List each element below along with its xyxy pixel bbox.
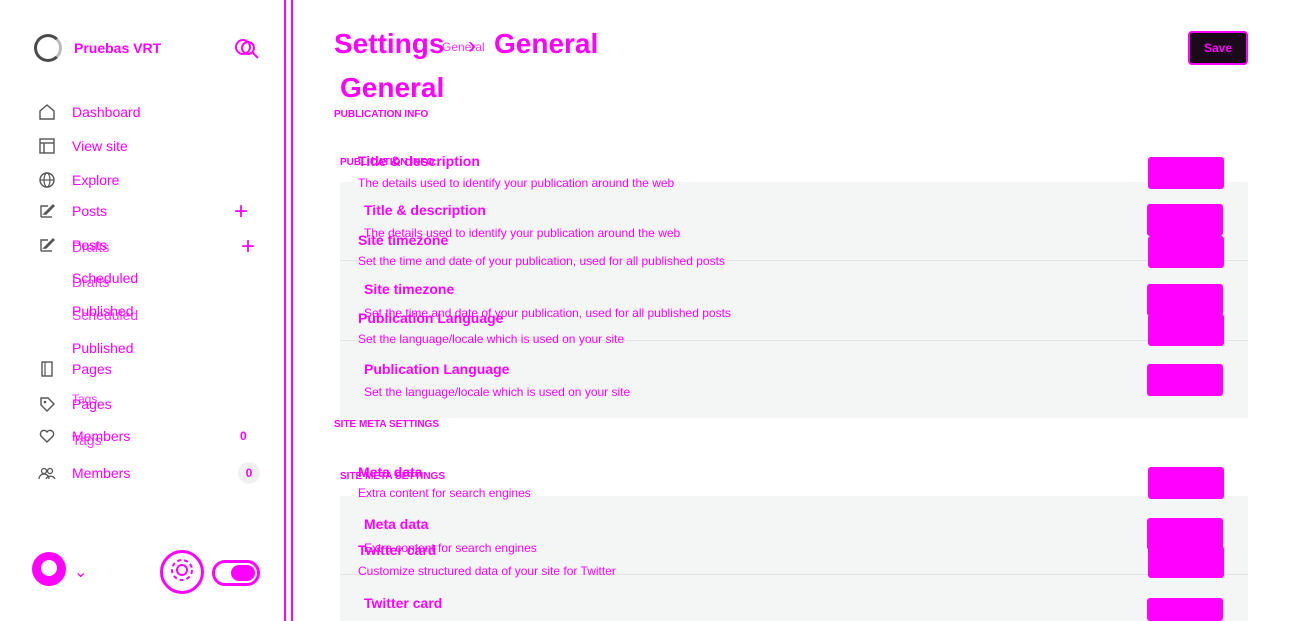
users-icon — [38, 464, 56, 482]
edit-twitter-button-duplicate[interactable] — [1147, 598, 1223, 621]
nav-dashboard-label: Dashboard — [72, 104, 141, 120]
breadcrumb-general-small: General — [442, 40, 485, 54]
row-title-desc-desc-duplicate: The details used to identify your public… — [364, 226, 681, 240]
nav-dashboard[interactable]: Dashboard — [38, 103, 141, 121]
row-timezone-desc-duplicate: Set the time and date of your publicatio… — [364, 306, 731, 320]
new-post-plus-icon-duplicate[interactable]: + — [241, 235, 255, 259]
nav-tags[interactable]: Tags — [72, 392, 97, 406]
chevron-down-icon[interactable]: ⌄ — [74, 562, 87, 582]
edit-timezone-button[interactable] — [1148, 236, 1224, 268]
nav-posts-label: Posts — [72, 203, 108, 219]
dark-mode-toggle[interactable] — [212, 560, 260, 586]
nav-view-site[interactable]: View site — [38, 137, 128, 155]
row-meta-desc-duplicate: Extra content for search engines — [364, 541, 537, 555]
edit-language-button-duplicate[interactable] — [1147, 364, 1223, 396]
nav-drafts[interactable]: Drafts — [72, 274, 109, 290]
edit-icon — [38, 202, 56, 220]
breadcrumb-settings[interactable]: Settings — [334, 28, 444, 60]
edit-icon — [38, 236, 56, 254]
section-site-meta: SITE META SETTINGS — [334, 419, 440, 430]
brand-name[interactable]: Pruebas VRT — [74, 40, 161, 56]
nav-pages[interactable]: Pages — [38, 360, 112, 378]
row-title-desc-desc: The details used to identify your public… — [358, 176, 675, 190]
row-language-title-duplicate: Publication Language — [364, 361, 510, 377]
edit-title-desc-button[interactable] — [1148, 157, 1224, 189]
save-button[interactable]: Save — [1188, 31, 1248, 65]
members-heart-icon — [38, 427, 56, 445]
row-title-desc-title: Title & description — [358, 153, 480, 169]
edit-title-desc-button-duplicate[interactable] — [1147, 204, 1223, 236]
user-avatar[interactable] — [32, 552, 66, 586]
nav-explore-label: Explore — [72, 172, 120, 188]
members-count: 0 — [240, 429, 247, 443]
edit-meta-button[interactable] — [1148, 467, 1224, 499]
breadcrumb-general: General — [494, 28, 599, 59]
edit-language-button[interactable] — [1148, 314, 1224, 346]
row-meta-title-duplicate: Meta data — [364, 516, 429, 532]
browser-icon — [38, 137, 56, 155]
site-meta-panel — [340, 496, 1248, 621]
page-icon — [38, 360, 56, 378]
members-count-badge: 0 — [238, 462, 260, 484]
section-publication-info: PUBLICATION INFO — [334, 109, 429, 120]
page-title: General — [340, 72, 445, 103]
brand-logo-icon — [34, 34, 62, 62]
nav-members-duplicate[interactable]: Members — [38, 464, 130, 482]
edit-meta-button-duplicate[interactable] — [1147, 518, 1223, 550]
edit-twitter-button[interactable] — [1148, 546, 1224, 578]
row-twitter-title-duplicate: Twitter card — [364, 595, 443, 611]
row-title-desc-title-duplicate: Title & description — [364, 202, 486, 218]
edit-timezone-button-duplicate[interactable] — [1147, 284, 1223, 316]
row-meta-title: Meta data — [358, 464, 423, 480]
nav-drafts-overlay[interactable]: Drafts — [72, 239, 109, 255]
nav-pages-label: Pages — [72, 361, 112, 377]
nav-explore[interactable]: Explore — [38, 171, 119, 189]
row-twitter-desc: Customize structured data of your site f… — [358, 564, 616, 578]
nav-tags-duplicate[interactable]: Tags — [72, 432, 102, 448]
nav-members-label-duplicate: Members — [72, 465, 131, 481]
nav-published-duplicate[interactable]: Published — [72, 340, 134, 356]
nav-posts[interactable]: Posts — [38, 202, 107, 220]
settings-gear-button[interactable] — [160, 550, 204, 594]
sidebar-divider — [284, 0, 286, 621]
new-post-plus-icon[interactable]: + — [234, 200, 248, 224]
home-icon — [38, 103, 56, 121]
sidebar: Pruebas VRT Dashboard View site Explore … — [0, 0, 284, 621]
nav-view-site-label: View site — [72, 138, 128, 154]
row-timezone-desc: Set the time and date of your publicatio… — [358, 254, 725, 268]
search-icon[interactable] — [234, 38, 260, 65]
globe-icon — [38, 171, 56, 189]
row-language-desc: Set the language/locale which is used on… — [358, 332, 625, 346]
row-meta-desc: Extra content for search engines — [358, 486, 531, 500]
sidebar-divider-duplicate — [291, 0, 293, 621]
breadcrumb-separator-icon: › — [468, 32, 476, 59]
row-timezone-title-duplicate: Site timezone — [364, 281, 455, 297]
row-language-desc-duplicate: Set the language/locale which is used on… — [364, 385, 631, 399]
tag-icon — [38, 395, 56, 413]
gear-icon — [169, 557, 195, 588]
nav-scheduled-duplicate[interactable]: Scheduled — [72, 307, 138, 323]
